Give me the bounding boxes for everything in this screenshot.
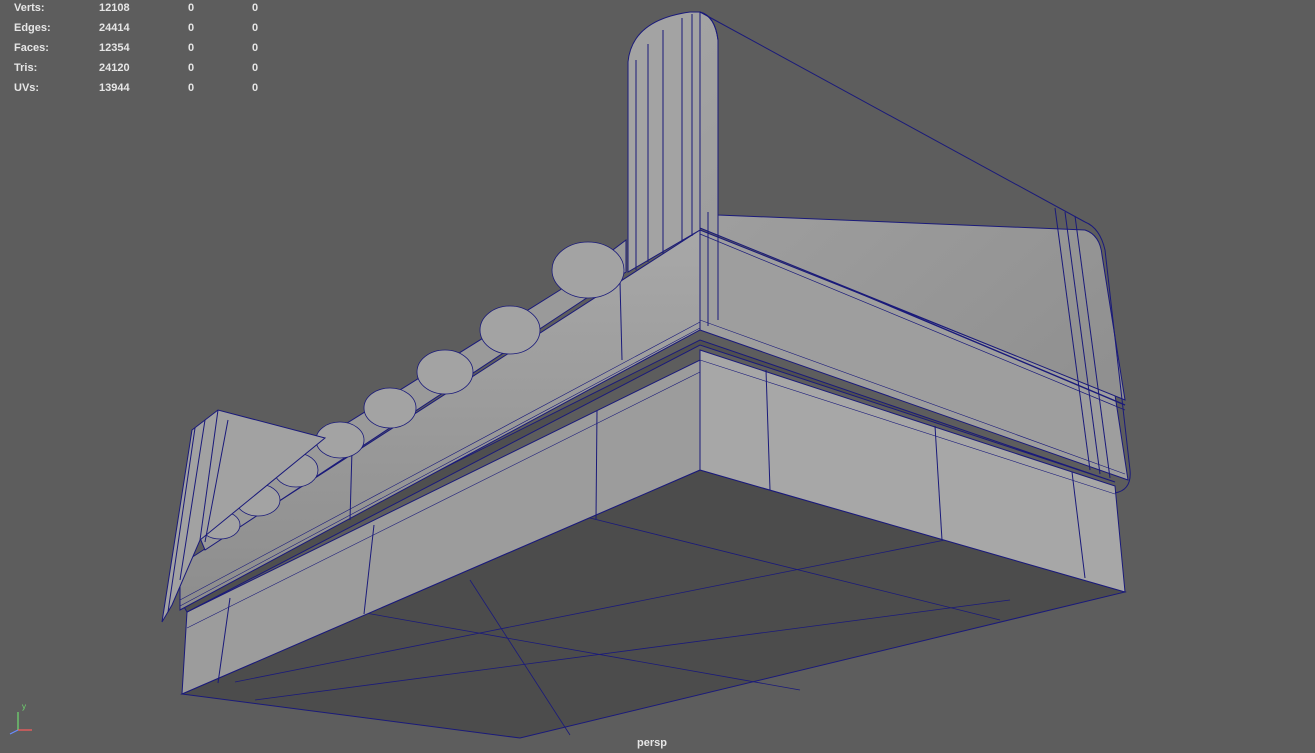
hud-value: 0	[252, 42, 259, 54]
hud-label: UVs:	[14, 82, 40, 94]
hud-value: 0	[188, 42, 195, 54]
hud-value: 24414	[99, 22, 130, 34]
hud-value: 0	[188, 62, 195, 74]
sofa-wireframe-model[interactable]	[0, 0, 1315, 753]
hud-value: 12108	[99, 2, 130, 14]
perspective-viewport[interactable]: Verts: 12108 0 0 Edges: 24414 0 0 Faces:…	[0, 0, 1315, 753]
hud-value: 0	[188, 22, 195, 34]
hud-label: Edges:	[14, 22, 51, 34]
hud-label: Faces:	[14, 42, 49, 54]
hud-value: 0	[252, 62, 259, 74]
hud-label: Tris:	[14, 62, 38, 74]
hud-row-verts: Verts: 12108 0 0	[0, 2, 270, 16]
hud-row-uvs: UVs: 13944 0 0	[0, 82, 270, 96]
axis-gizmo-icon: y	[6, 702, 36, 736]
hud-value: 0	[252, 22, 259, 34]
hud-value: 13944	[99, 82, 130, 94]
hud-label: Verts:	[14, 2, 45, 14]
hud-row-faces: Faces: 12354 0 0	[0, 42, 270, 56]
hud-value: 0	[188, 82, 195, 94]
hud-value: 0	[252, 82, 259, 94]
hud-value: 0	[188, 2, 195, 14]
hud-row-edges: Edges: 24414 0 0	[0, 22, 270, 36]
camera-name-label: persp	[637, 737, 667, 749]
hud-value: 0	[252, 2, 259, 14]
hud-value: 12354	[99, 42, 130, 54]
hud-row-tris: Tris: 24120 0 0	[0, 62, 270, 76]
axis-y-label: y	[22, 702, 26, 711]
hud-value: 24120	[99, 62, 130, 74]
